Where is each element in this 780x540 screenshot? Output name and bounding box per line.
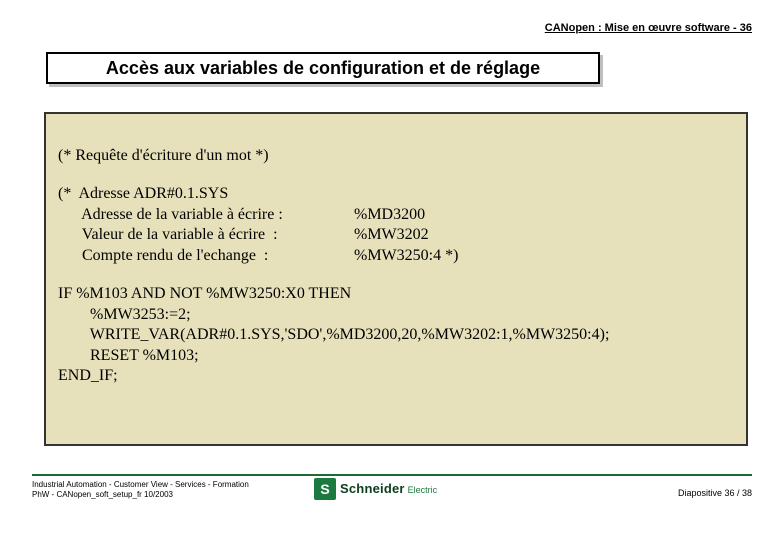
code-line: Adresse de la variable à écrire : [58, 205, 354, 225]
code-value: %MW3202 [354, 225, 429, 245]
logo-text-main: Schneider [340, 481, 405, 496]
footer-left-line2: PhW - CANopen_soft_setup_fr 10/2003 [32, 490, 249, 500]
schneider-logo: S SchneiderElectric [314, 478, 437, 500]
code-line: IF %M103 AND NOT %MW3250:X0 THEN [58, 284, 736, 304]
code-listing: (* Requête d'écriture d'un mot *) (* Adr… [44, 112, 748, 446]
footer-left-line1: Industrial Automation - Customer View - … [32, 480, 249, 490]
code-value: %MW3250:4 *) [354, 246, 458, 266]
code-line: Valeur de la variable à écrire : [58, 225, 354, 245]
code-line: (* Requête d'écriture d'un mot *) [58, 146, 736, 166]
logo-text-sub: Electric [408, 485, 438, 495]
code-line: %MW3253:=2; [58, 305, 736, 325]
footer-left: Industrial Automation - Customer View - … [32, 480, 249, 500]
code-value: %MD3200 [354, 205, 425, 225]
code-line: Compte rendu de l'echange : [58, 246, 354, 266]
code-line: WRITE_VAR(ADR#0.1.SYS,'SDO',%MD3200,20,%… [58, 325, 736, 345]
code-line: END_IF; [58, 366, 736, 386]
footer-divider [32, 474, 752, 476]
code-line: RESET %M103; [58, 346, 736, 366]
code-line: (* Adresse ADR#0.1.SYS [58, 184, 354, 204]
logo-icon: S [314, 478, 336, 500]
slide-title-box: Accès aux variables de configuration et … [46, 52, 600, 84]
slide-number: Diapositive 36 / 38 [678, 488, 752, 498]
page-header: CANopen : Mise en œuvre software - 36 [545, 22, 752, 34]
slide-title: Accès aux variables de configuration et … [106, 58, 540, 79]
